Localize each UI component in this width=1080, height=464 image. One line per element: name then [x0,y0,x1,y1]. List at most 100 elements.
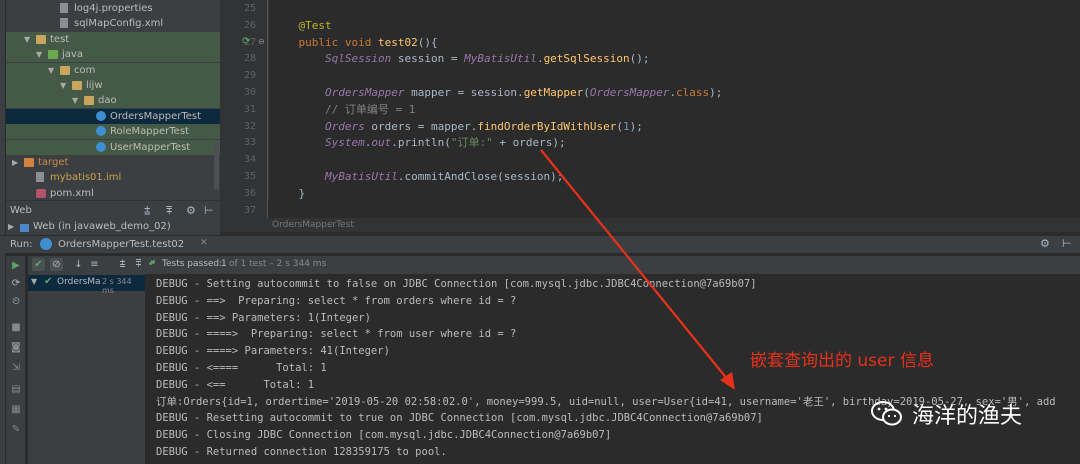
code-token: .println( [391,136,451,150]
code-token: (){ [417,35,438,49]
tree-item[interactable]: OrdersMapperTest [6,108,220,124]
console-output[interactable]: DEBUG - Setting autocommit to false on J… [146,274,1080,464]
code-token: } [272,186,306,200]
hide-icon[interactable]: ⊢ [1062,237,1072,250]
chevron-right-icon[interactable]: ▶ [8,222,14,231]
run-label: Run: [10,239,33,250]
layout-icon[interactable]: ▦ [10,404,22,416]
fold-icon[interactable]: ⊖ [258,37,265,46]
package-icon [60,65,70,75]
tree-item-label: lijw [86,80,103,91]
code-token: test02 [377,35,418,49]
code-token: session = [391,52,465,66]
tree-item[interactable]: sqlMapConfig.xml [6,16,220,31]
tree-item[interactable]: ▼ java [6,47,220,63]
console-line: DEBUG - Closing JDBC Connection [com.mys… [156,429,612,442]
code-line[interactable]: System.out.println("订单:" + orders); [272,134,566,151]
pin-icon[interactable]: ✎ [10,424,22,436]
camera-icon[interactable]: ◙ [10,342,22,354]
console-line: DEBUG - ====> Parameters: 41(Integer) [156,345,390,358]
web-panel-header: Web ⩲ ⩱ ⚙ ⊢ [6,200,220,220]
test-results-tree: ▼ ✔ OrdersMa 2 s 344 ms [28,274,146,464]
tree-item[interactable]: ▼ com [6,62,220,78]
code-line[interactable]: Orders orders = mapper.findOrderByIdWith… [272,118,643,135]
code-token: MyBatisUtil [464,52,537,66]
show-passed-icon[interactable]: ✔ [32,258,45,271]
rerun-failed-icon[interactable]: ⟳ [10,278,22,290]
chevron-down-icon[interactable]: ▼ [60,78,66,93]
code-editor[interactable]: @Test public void test02(){ SqlSession s… [268,0,1080,218]
tree-item[interactable]: mybatis01.iml [6,170,220,185]
gear-icon[interactable]: ⚙ [1040,237,1050,250]
indent-guide [268,0,269,200]
collapse-all-icon[interactable]: ⩱ [132,258,145,271]
tree-item[interactable]: ▶ target [6,155,220,170]
toggle-auto-test-icon[interactable]: ⏲ [10,296,22,308]
gear-icon[interactable]: ⚙ [186,204,196,217]
console-line: DEBUG - <==== Total: 1 [156,362,327,374]
expand-all-icon[interactable]: ⩲ [116,258,129,271]
line-number: 26 [243,19,256,31]
tree-item-label: OrdersMapperTest [110,110,202,122]
run-test-icon[interactable]: ⟳ [242,36,250,47]
tree-item[interactable]: RoleMapperTest [6,124,220,140]
close-icon[interactable]: ✕ [200,238,208,248]
code-line[interactable]: OrdersMapper mapper = session.getMapper(… [272,84,722,101]
code-line[interactable]: } [272,185,305,202]
chevron-down-icon[interactable]: ▼ [48,63,54,78]
tree-item[interactable]: ▼ test [6,31,220,47]
code-line[interactable]: MyBatisUtil.commitAndClose(session); [272,168,563,185]
tree-item[interactable]: ▼ lijw [6,78,220,93]
console-icon[interactable]: ▤ [10,384,22,396]
watermark: 海洋的渔夫 [870,393,1080,435]
code-token: ); [709,86,723,99]
code-line[interactable]: public void test02(){ [272,34,438,51]
tree-item-label: sqlMapConfig.xml [74,18,164,30]
stop-icon[interactable]: ■ [10,322,22,334]
web-panel-title: Web [10,205,32,216]
chevron-right-icon[interactable]: ▶ [12,155,18,170]
tree-item[interactable]: pom.xml [6,186,220,201]
wechat-icon [871,401,902,426]
chevron-down-icon[interactable]: ▼ [24,32,30,47]
tests-passed-detail: of 1 test – 2 s 344 ms [229,259,327,269]
web-facet-item[interactable]: ▶ Web (in javaweb_demo_02) [6,220,220,236]
export-icon[interactable]: ⇲ [10,362,22,374]
rerun-icon[interactable]: ▶ [10,260,22,272]
code-line[interactable]: @Test [272,17,332,34]
line-number: 34 [243,154,256,166]
code-line[interactable]: SqlSession session = MyBatisUtil.getSqlS… [272,50,650,67]
xml-file-icon [60,18,68,29]
tree-item[interactable]: ▼ dao [6,93,220,109]
sort-duration-icon[interactable]: ≡ [88,258,101,271]
code-token: out [371,136,392,150]
code-line[interactable]: // 订单编号 = 1 [272,101,415,118]
chevron-down-icon[interactable]: ▼ [36,47,42,62]
sort-alpha-icon[interactable]: ↓ [72,258,85,271]
test-source-folder-icon [48,50,58,60]
code-token: OrdersMapper [324,86,405,99]
code-token: public void [298,35,378,49]
code-token: mapper = session. [404,86,524,99]
code-token: getMapper [523,86,584,99]
code-token: System [324,136,365,150]
tree-item[interactable]: UserMapperTest [6,139,220,155]
console-line: DEBUG - Setting autocommit to false on J… [156,278,757,290]
line-number: 35 [243,171,256,182]
project-tree-scrollbar[interactable] [214,140,219,190]
chevron-down-icon[interactable]: ▼ [31,277,37,286]
expand-icon[interactable]: ⩱ [166,204,172,218]
editor-breadcrumb[interactable]: OrdersMapperTest [220,218,1080,232]
test-result-row[interactable]: ▼ ✔ OrdersMa 2 s 344 ms [28,275,145,295]
collapse-icon[interactable]: ⩲ [144,204,150,218]
test-class-icon [96,110,106,121]
tree-item[interactable]: log4j.properties [6,1,220,16]
hide-icon[interactable]: ⊢ [204,204,214,217]
show-ignored-icon[interactable]: ⊘ [50,258,63,271]
tree-item-label: target [38,157,69,168]
line-number: 27 [243,36,256,48]
run-tab[interactable]: OrdersMapperTest.test02 [58,239,184,250]
chevron-down-icon[interactable]: ▼ [72,93,78,108]
pass-check-icon: ✔ [44,276,53,287]
